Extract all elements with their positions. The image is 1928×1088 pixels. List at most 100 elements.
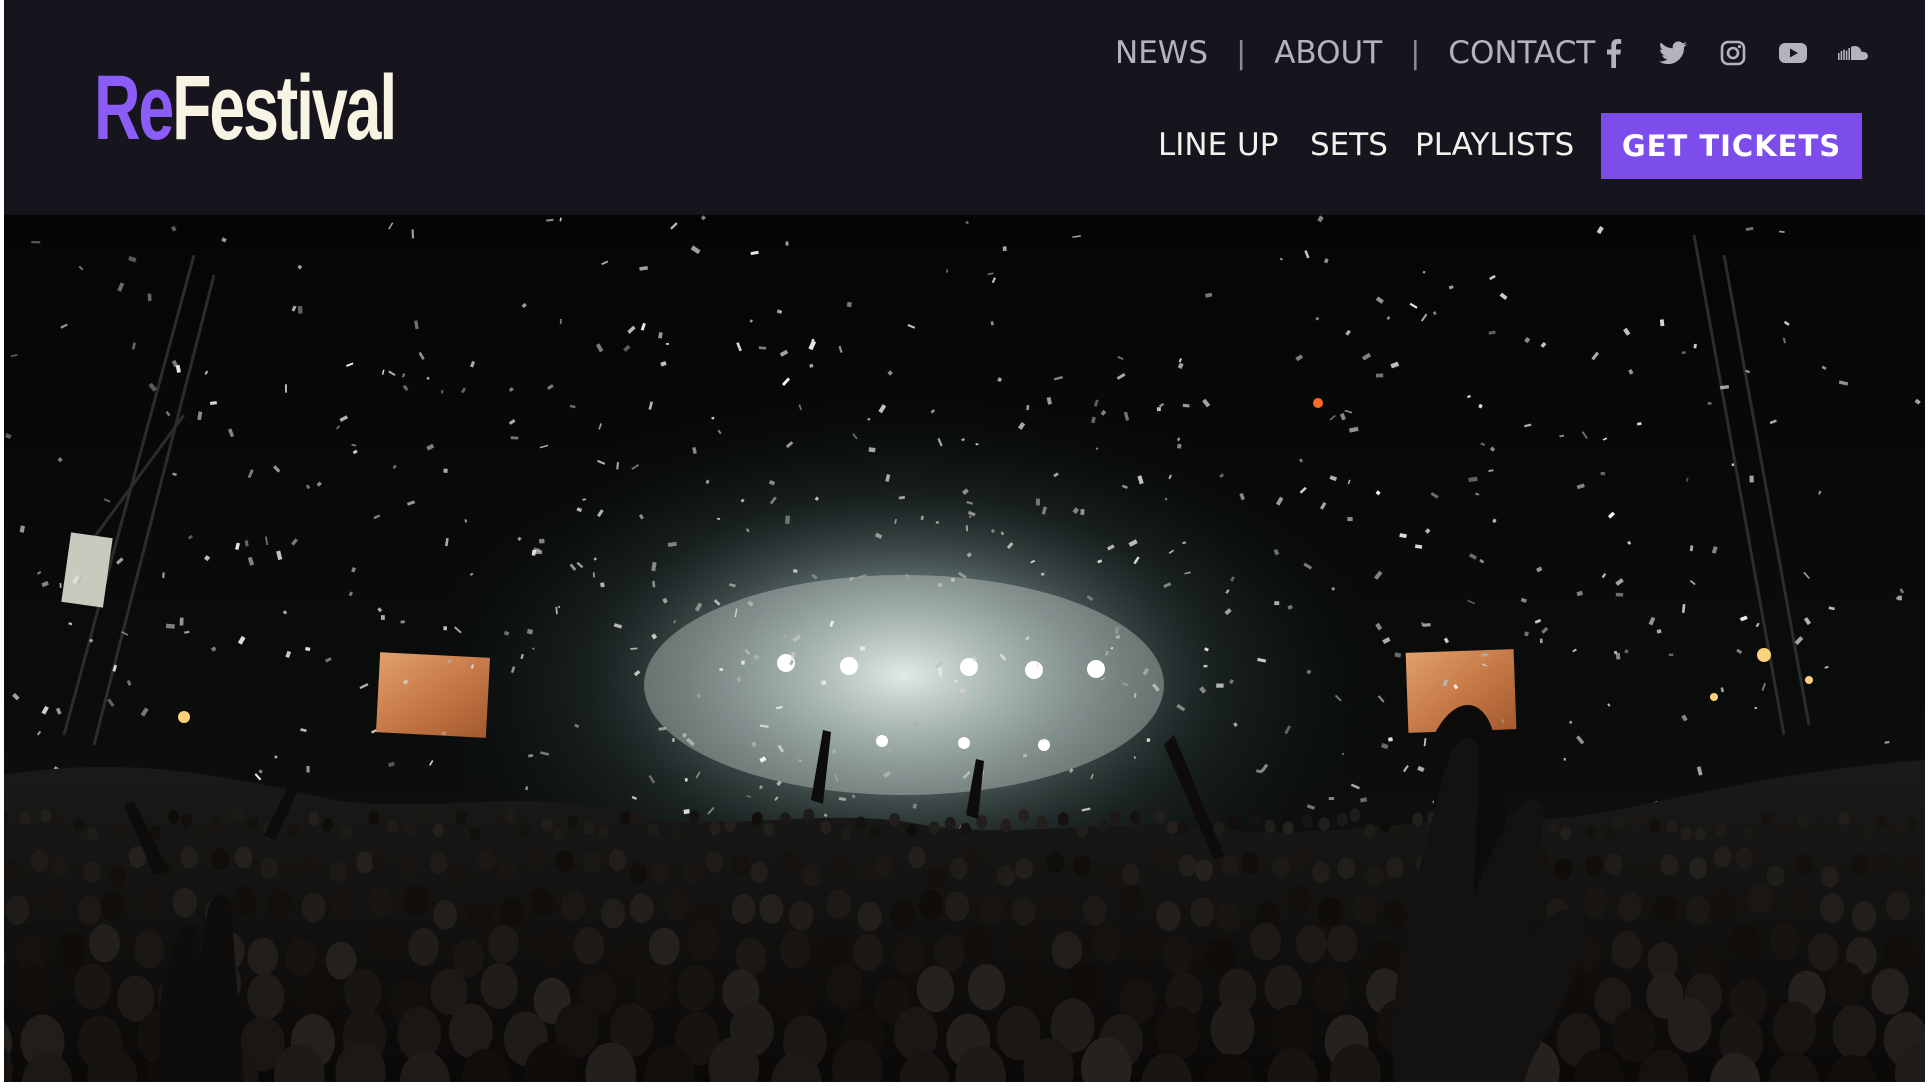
- crowd-head: [368, 811, 380, 825]
- facebook-icon[interactable]: [1596, 36, 1630, 70]
- crowd-head: [855, 816, 867, 831]
- nav-link-playlists[interactable]: PLAYLISTS: [1415, 120, 1574, 170]
- nav-link-contact[interactable]: CONTACT: [1448, 35, 1595, 71]
- crowd-head: [648, 823, 659, 837]
- nav-link-news[interactable]: NEWS: [1115, 35, 1208, 71]
- crowd-head: [51, 811, 63, 825]
- crowd-head: [759, 893, 784, 924]
- crowd-head: [633, 963, 672, 1010]
- crowd-head: [1076, 824, 1088, 839]
- confetti-piece: [443, 468, 448, 474]
- crowd-head: [451, 864, 470, 887]
- crowd-head: [1130, 810, 1141, 824]
- crowd-head: [1653, 894, 1678, 925]
- crowd-head: [4, 860, 22, 882]
- crowd-head: [211, 817, 222, 832]
- crowd-head: [433, 899, 458, 930]
- crowd-head: [1660, 853, 1679, 876]
- crowd-head: [55, 932, 87, 971]
- confetti-piece: [938, 582, 943, 588]
- nav-link-sets[interactable]: SETS: [1310, 120, 1388, 170]
- confetti-piece: [1624, 649, 1629, 654]
- confetti-piece: [696, 693, 702, 699]
- crowd-head: [280, 857, 298, 880]
- youtube-icon[interactable]: [1776, 36, 1810, 70]
- crowd-head: [1605, 853, 1623, 875]
- crowd-head: [1666, 820, 1678, 834]
- crowd-head: [874, 856, 893, 878]
- crowd-head: [1000, 819, 1012, 833]
- confetti-piece: [821, 680, 826, 685]
- crowd-head: [1286, 885, 1311, 916]
- crowd-head: [1091, 924, 1123, 963]
- crowd-head: [1109, 810, 1121, 825]
- crowd-head: [1166, 820, 1178, 834]
- confetti-piece: [380, 615, 385, 620]
- crowd-head: [650, 860, 668, 882]
- confetti-piece: [165, 623, 175, 629]
- crowd-head: [1098, 865, 1116, 888]
- crowd-head: [1713, 846, 1732, 868]
- crowd-head: [1874, 852, 1893, 875]
- crowd-head: [404, 885, 429, 916]
- crowd-head: [893, 1006, 938, 1062]
- concert-photo: [4, 215, 1925, 1082]
- crowd-head: [1885, 890, 1911, 921]
- crowd-head: [1648, 819, 1660, 833]
- crowd-head: [477, 849, 496, 872]
- crowd-head: [1156, 847, 1175, 870]
- crowd-head: [889, 813, 900, 827]
- crowd-head: [308, 811, 320, 826]
- confetti-piece: [179, 617, 184, 626]
- crowd-head: [1295, 924, 1327, 963]
- crowd-head: [421, 810, 433, 825]
- crowd-head: [908, 846, 926, 869]
- crowd-head: [1713, 889, 1738, 920]
- crowd-head: [1769, 922, 1801, 961]
- crowd-head: [1250, 922, 1282, 961]
- crowd-head: [1195, 859, 1213, 882]
- crowd-head: [15, 966, 53, 1013]
- confetti-piece: [1041, 572, 1045, 576]
- crowd-head: [1695, 827, 1707, 841]
- crowd-head: [404, 821, 416, 836]
- crowd-head: [600, 898, 626, 929]
- utility-nav: NEWS | ABOUT | CONTACT: [1115, 30, 1595, 76]
- crowd-head: [467, 902, 493, 933]
- crowd-head: [1013, 926, 1044, 965]
- crowd-head: [535, 929, 567, 968]
- crowd-head: [73, 817, 85, 832]
- confetti-piece: [846, 301, 852, 308]
- crowd-head: [1264, 964, 1303, 1012]
- confetti-piece: [297, 305, 303, 314]
- crowd-head: [619, 811, 631, 825]
- crowd-head: [1282, 821, 1294, 836]
- confetti-piece: [859, 646, 866, 651]
- crowd-head: [1177, 822, 1189, 836]
- crowd-head: [180, 846, 198, 869]
- crowd-head: [1289, 848, 1307, 871]
- crowd-head: [997, 865, 1015, 887]
- crowd-head: [1036, 815, 1048, 830]
- nav-link-about[interactable]: ABOUT: [1274, 35, 1382, 71]
- crowd-head: [555, 850, 574, 873]
- crowd-head: [51, 856, 70, 878]
- crowd-head: [916, 965, 954, 1013]
- crowd-head: [1379, 818, 1391, 833]
- crowd-head: [1118, 885, 1143, 916]
- crowd-head: [1689, 857, 1708, 880]
- confetti-piece: [1668, 653, 1674, 657]
- get-tickets-button[interactable]: GET TICKETS: [1601, 113, 1862, 179]
- crowd-head: [1352, 893, 1378, 924]
- soundcloud-icon[interactable]: [1836, 36, 1870, 70]
- crowd-head: [670, 828, 682, 842]
- crowd-head: [629, 862, 647, 885]
- twitter-icon[interactable]: [1656, 36, 1690, 70]
- crowd-head: [724, 818, 736, 833]
- crowd-head: [1871, 968, 1909, 1015]
- crowd-head: [1611, 1007, 1656, 1062]
- instagram-icon[interactable]: [1716, 36, 1750, 70]
- crowd-head: [86, 827, 98, 842]
- crowd-head: [1162, 935, 1194, 974]
- nav-link-line-up[interactable]: LINE UP: [1158, 120, 1278, 170]
